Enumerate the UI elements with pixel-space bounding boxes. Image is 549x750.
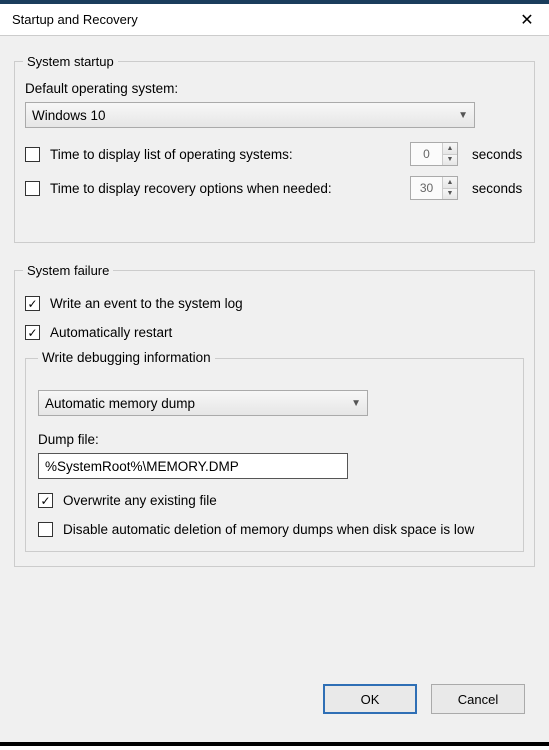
dump-file-value: %SystemRoot%\MEMORY.DMP bbox=[45, 459, 239, 474]
checkbox-auto-restart-label: Automatically restart bbox=[50, 325, 172, 340]
check-icon: ✓ bbox=[27, 298, 37, 310]
row-recovery-time: ✓ Time to display recovery options when … bbox=[25, 176, 524, 200]
spinner-down-icon[interactable]: ▼ bbox=[443, 188, 457, 200]
checkbox-auto-restart[interactable]: ✓ bbox=[25, 325, 40, 340]
debug-combo[interactable]: Automatic memory dump ▼ bbox=[38, 390, 368, 416]
window-title: Startup and Recovery bbox=[12, 12, 517, 27]
check-icon: ✓ bbox=[40, 495, 50, 507]
group-debug-info-label: Write debugging information bbox=[38, 350, 215, 365]
row-disable-auto-delete: ✓ Disable automatic deletion of memory d… bbox=[38, 522, 511, 537]
default-os-label: Default operating system: bbox=[25, 81, 178, 96]
spinner-list-os[interactable]: 0 ▲ ▼ bbox=[410, 142, 458, 166]
debug-combo-value: Automatic memory dump bbox=[45, 396, 351, 411]
spinner-down-icon[interactable]: ▼ bbox=[443, 154, 457, 166]
group-debug-info: Write debugging information Automatic me… bbox=[25, 358, 524, 552]
ok-button[interactable]: OK bbox=[323, 684, 417, 714]
row-auto-restart: ✓ Automatically restart bbox=[25, 325, 524, 340]
spinner-up-icon[interactable]: ▲ bbox=[443, 143, 457, 154]
dialog-body: System startup Default operating system:… bbox=[0, 36, 549, 746]
checkbox-disable-auto-delete[interactable]: ✓ bbox=[38, 522, 53, 537]
checkbox-disable-auto-delete-label: Disable automatic deletion of memory dum… bbox=[63, 522, 474, 537]
checkbox-overwrite[interactable]: ✓ bbox=[38, 493, 53, 508]
close-icon[interactable]: ✕ bbox=[517, 10, 537, 30]
spinner-up-icon[interactable]: ▲ bbox=[443, 177, 457, 188]
dump-file-label: Dump file: bbox=[38, 432, 99, 447]
dump-file-input[interactable]: %SystemRoot%\MEMORY.DMP bbox=[38, 453, 348, 479]
legend-system-startup: System startup bbox=[23, 54, 118, 69]
legend-system-failure: System failure bbox=[23, 263, 113, 278]
check-icon: ✓ bbox=[27, 327, 37, 339]
spinner-recovery-value: 30 bbox=[411, 177, 443, 199]
cancel-button[interactable]: Cancel bbox=[431, 684, 525, 714]
default-os-value: Windows 10 bbox=[32, 108, 458, 123]
chevron-down-icon: ▼ bbox=[458, 110, 468, 121]
checkbox-recovery-time[interactable]: ✓ bbox=[25, 181, 40, 196]
chevron-down-icon: ▼ bbox=[351, 398, 361, 409]
row-list-os: ✓ Time to display list of operating syst… bbox=[25, 142, 524, 166]
default-os-combo[interactable]: Windows 10 ▼ bbox=[25, 102, 475, 128]
checkbox-overwrite-label: Overwrite any existing file bbox=[63, 493, 217, 508]
dialog-buttons: OK Cancel bbox=[323, 684, 525, 714]
spinner-recovery-time[interactable]: 30 ▲ ▼ bbox=[410, 176, 458, 200]
seconds-label: seconds bbox=[472, 181, 524, 196]
group-system-startup: System startup Default operating system:… bbox=[14, 54, 535, 243]
titlebar: Startup and Recovery ✕ bbox=[0, 0, 549, 36]
checkbox-list-os-label: Time to display list of operating system… bbox=[50, 147, 293, 162]
spinner-list-os-value: 0 bbox=[411, 143, 443, 165]
group-system-failure: System failure ✓ Write an event to the s… bbox=[14, 263, 535, 567]
checkbox-write-event-label: Write an event to the system log bbox=[50, 296, 243, 311]
checkbox-write-event[interactable]: ✓ bbox=[25, 296, 40, 311]
checkbox-list-os[interactable]: ✓ bbox=[25, 147, 40, 162]
seconds-label: seconds bbox=[472, 147, 524, 162]
row-write-event: ✓ Write an event to the system log bbox=[25, 296, 524, 311]
checkbox-recovery-time-label: Time to display recovery options when ne… bbox=[50, 181, 332, 196]
row-overwrite: ✓ Overwrite any existing file bbox=[38, 493, 511, 508]
